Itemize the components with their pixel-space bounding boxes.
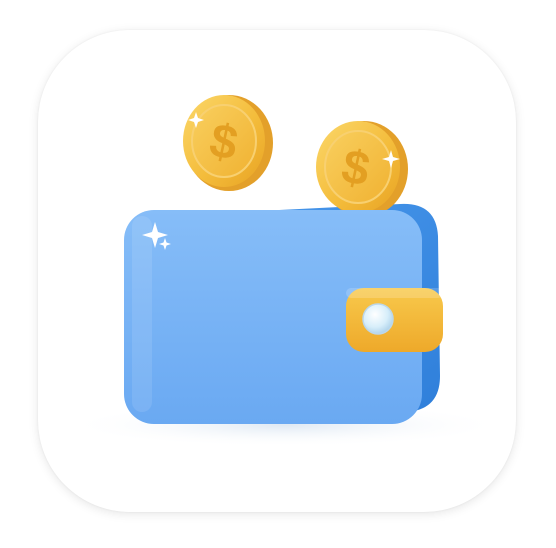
- wallet-clasp: [346, 288, 443, 352]
- coin-left-icon: $: [183, 95, 273, 191]
- wallet-illustration: $ $: [65, 95, 505, 447]
- clasp-button-icon: [362, 303, 394, 335]
- coin-right-icon: $: [316, 121, 408, 217]
- stage: $ $: [0, 0, 556, 548]
- wallet-highlight: [132, 216, 152, 412]
